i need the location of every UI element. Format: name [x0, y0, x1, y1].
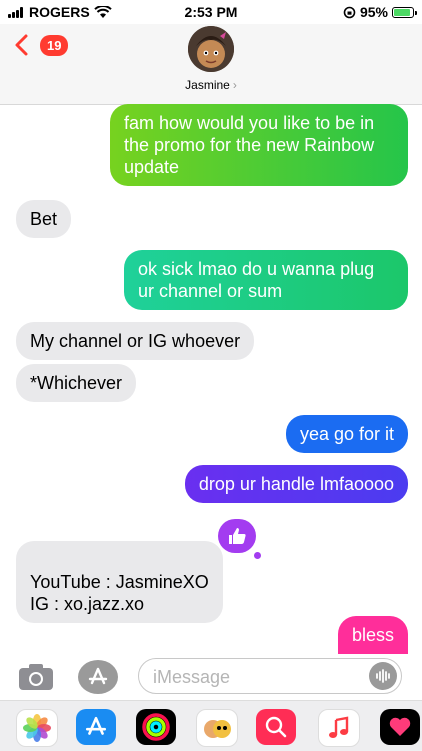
activity-rings-icon: [142, 713, 170, 741]
composer-bar: iMessage: [0, 654, 422, 700]
message-text: YouTube : JasmineXO IG : xo.jazz.xo: [30, 572, 209, 614]
search-globe-icon: [265, 716, 287, 738]
photos-app-icon[interactable]: [16, 709, 58, 747]
status-bar: ROGERS 2:53 PM 95%: [0, 0, 422, 24]
audio-message-button[interactable]: [369, 662, 397, 690]
message-bubble-incoming[interactable]: My channel or IG whoever: [16, 322, 255, 360]
message-text: bless: [351, 625, 394, 645]
message-text: yea go for it: [299, 424, 394, 444]
message-text: ok sick lmao do u wanna plug ur channel …: [138, 259, 375, 301]
reaction-tail-dot: [254, 552, 261, 559]
chevron-left-icon: [15, 34, 28, 56]
app-drawer: [0, 700, 422, 751]
message-input-placeholder: iMessage: [153, 667, 231, 687]
music-note-icon: [329, 716, 349, 738]
memoji-avatar-icon: [188, 26, 234, 72]
back-button[interactable]: 19: [10, 32, 69, 58]
heart-icon: [389, 717, 411, 736]
message-bubble-outgoing[interactable]: yea go for it: [285, 415, 408, 453]
app-store-icon: [85, 716, 107, 735]
search-images-app-icon[interactable]: [256, 709, 296, 745]
status-right: 95%: [343, 4, 417, 20]
thumbs-up-icon: [229, 528, 246, 544]
memoji-stickers-icon: [204, 720, 231, 738]
conversation-header: 19 Jasmine ›: [0, 24, 422, 105]
message-bubble-incoming[interactable]: YouTube : JasmineXO IG : xo.jazz.xo: [16, 541, 223, 623]
camera-button[interactable]: [18, 662, 54, 692]
unread-count-badge: 19: [40, 34, 69, 56]
app-store-icon: [88, 667, 108, 685]
message-bubble-outgoing[interactable]: fam how would you like to be in the prom…: [110, 104, 408, 186]
thumbs-up-reaction[interactable]: [218, 519, 256, 553]
message-text: drop ur handle lmfaoooo: [198, 474, 394, 494]
app-store-app-icon[interactable]: [76, 709, 116, 745]
message-bubble-incoming[interactable]: *Whichever: [16, 364, 137, 402]
message-bubble-outgoing[interactable]: bless: [337, 616, 408, 654]
memoji-app-icon[interactable]: [196, 709, 238, 747]
message-text: My channel or IG whoever: [30, 331, 241, 351]
activity-app-icon[interactable]: [136, 709, 176, 745]
avatar[interactable]: [188, 26, 234, 72]
battery-percent: 95%: [359, 4, 388, 20]
contact-name-label: Jasmine: [185, 78, 230, 92]
message-bubble-outgoing[interactable]: drop ur handle lmfaoooo: [184, 465, 408, 503]
message-text: *Whichever: [30, 373, 123, 393]
digital-touch-app-icon[interactable]: [380, 709, 420, 745]
orientation-lock-icon: [343, 6, 356, 18]
message-text: Bet: [30, 209, 58, 229]
message-bubble-outgoing[interactable]: ok sick lmao do u wanna plug ur channel …: [124, 250, 408, 310]
message-input[interactable]: iMessage: [138, 658, 402, 694]
message-thread[interactable]: fam how would you like to be in the prom…: [0, 104, 422, 654]
app-store-button[interactable]: [78, 660, 118, 694]
contact-name[interactable]: Jasmine ›: [0, 78, 422, 92]
chevron-right-icon: ›: [232, 78, 237, 92]
message-text: fam how would you like to be in the prom…: [124, 113, 375, 177]
message-bubble-incoming[interactable]: Bet: [16, 200, 72, 238]
music-app-icon[interactable]: [318, 709, 360, 747]
photos-icon: [23, 714, 51, 742]
battery-icon: [392, 6, 417, 18]
waveform-icon: [376, 669, 390, 683]
